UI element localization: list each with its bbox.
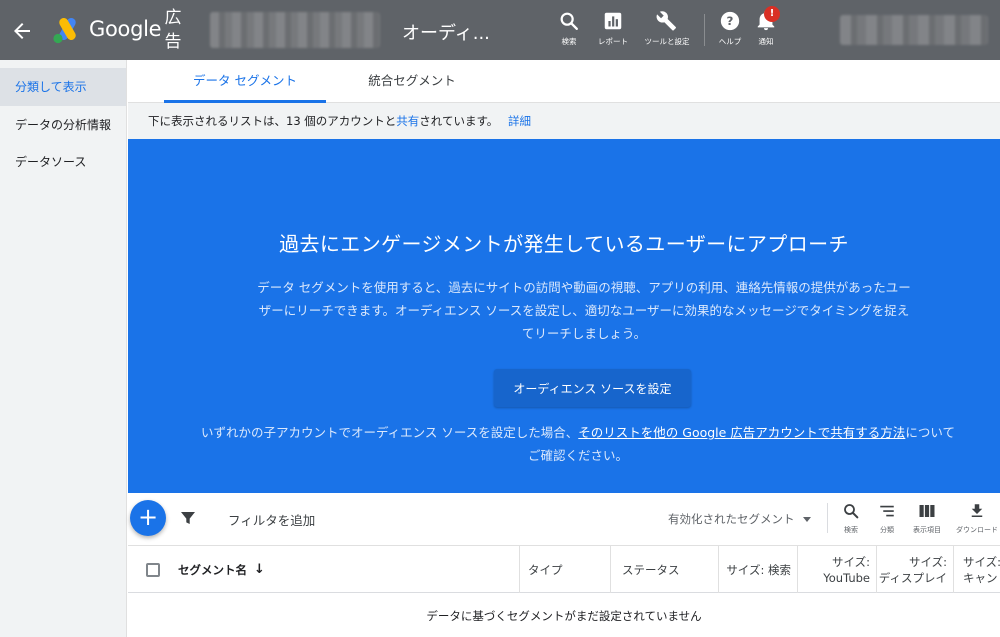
header-tools-settings-button[interactable]: ツールと設定: [639, 10, 695, 47]
sidebar-item-segments[interactable]: 分類して表示: [0, 68, 126, 106]
toolbar-divider: [827, 503, 828, 533]
details-link[interactable]: 詳細: [508, 114, 531, 128]
add-segment-button[interactable]: +: [130, 500, 166, 536]
segment-status-dropdown[interactable]: 有効化されたセグメント: [668, 511, 811, 527]
empty-table-message: データに基づくセグメントがまだ設定されていません: [426, 609, 702, 623]
column-header-label: タイプ: [528, 562, 563, 577]
svg-text:?: ?: [727, 14, 734, 28]
column-header-line: YouTube: [823, 570, 870, 585]
segment-status-value: 有効化されたセグメント: [668, 512, 795, 526]
segments-table-header: セグメント名 ↓ タイプ ステータス サイズ: 検索 サイズ: YouTube …: [128, 545, 1000, 593]
tool-label: 分類: [880, 526, 894, 534]
sort-down-arrow-icon[interactable]: ↓: [254, 562, 265, 577]
add-filter-button[interactable]: フィルタを追加: [228, 510, 315, 529]
segment-icon: [880, 505, 894, 517]
shared-note-text-end: されています。: [419, 114, 499, 128]
tool-label: 検索: [844, 526, 858, 534]
brand-name: Google: [89, 17, 162, 41]
column-header-label: セグメント名: [178, 562, 247, 577]
shared-accounts-note: 下に表示されるリストは、13 個のアカウントと共有されています。 詳細: [128, 103, 1000, 139]
set-audience-source-button[interactable]: オーディエンス ソースを設定: [494, 369, 691, 407]
column-header-line: キャン: [963, 570, 998, 585]
tool-label: ダウンロード: [956, 526, 998, 534]
table-download-button[interactable]: ダウンロード: [954, 502, 1000, 535]
column-header-label: ステータス: [622, 562, 680, 577]
table-search-button[interactable]: 検索: [831, 502, 871, 535]
sidebar-item-data-insights[interactable]: データの分析情報: [0, 106, 126, 144]
tab-data-segments[interactable]: データ セグメント: [164, 60, 326, 103]
column-header-line: サイズ:: [908, 554, 947, 569]
tool-label: 通知: [758, 37, 774, 46]
column-size-youtube[interactable]: サイズ: YouTube: [797, 546, 877, 593]
column-size-cannes[interactable]: サイズ: キャン: [953, 546, 1000, 593]
tool-label: レポート: [598, 37, 628, 46]
google-ads-logo-icon: [53, 18, 76, 44]
wrench-icon: [656, 11, 676, 31]
tool-label: 表示項目: [913, 526, 941, 534]
back-arrow-icon[interactable]: [10, 19, 34, 43]
table-columns-button[interactable]: 表示項目: [907, 502, 947, 535]
filter-icon[interactable]: [180, 510, 196, 526]
tab-combined-segments[interactable]: 統合セグメント: [342, 60, 482, 103]
notification-badge: !: [764, 6, 780, 22]
columns-icon: [919, 505, 935, 517]
sidebar: 分類して表示 データの分析情報 データソース: [0, 60, 127, 637]
column-header-label: サイズ: YouTube: [823, 554, 870, 586]
table-segment-button[interactable]: 分類: [867, 502, 907, 535]
column-type[interactable]: タイプ: [519, 546, 611, 593]
search-icon: [844, 504, 859, 519]
brand-suffix: 広告: [164, 8, 182, 52]
header-notifications-button[interactable]: ! 通知: [738, 6, 794, 47]
column-header-label: サイズ: 検索: [726, 562, 791, 577]
top-app-bar: Google 広告 オーディ... 検索 レポート ツールと設定 ? ヘルプ !…: [0, 0, 1000, 60]
empty-state-banner: 過去にエンゲージメントが発生しているユーザーにアプローチ データ セグメントを使…: [128, 139, 1000, 493]
column-status[interactable]: ステータス: [610, 546, 719, 593]
search-icon: [560, 12, 578, 30]
page-title: オーディ...: [402, 23, 490, 44]
column-size-display[interactable]: サイズ: ディスプレイ: [876, 546, 954, 593]
shared-note-text: 下に表示されるリストは、13 個のアカウントと: [148, 114, 397, 128]
dropdown-caret-icon: [802, 517, 811, 522]
select-all-checkbox[interactable]: [146, 563, 160, 577]
column-header-line: ディスプレイ: [878, 570, 947, 585]
segment-tabs: データ セグメント 統合セグメント: [128, 60, 1000, 103]
share-lists-help-link[interactable]: そのリストを他の Google 広告アカウントで共有する方法: [578, 425, 905, 440]
plus-icon: +: [137, 503, 159, 531]
column-size-search[interactable]: サイズ: 検索: [718, 546, 798, 593]
column-header-label: サイズ: ディスプレイ: [879, 554, 947, 586]
banner-title: 過去にエンゲージメントが発生しているユーザーにアプローチ: [279, 232, 849, 256]
banner-footer-text: いずれかの子アカウントでオーディエンス ソースを設定した場合、: [201, 425, 579, 440]
shared-link[interactable]: 共有: [396, 114, 419, 128]
banner-footer: いずれかの子アカウントでオーディエンス ソースを設定した場合、そのリストを他の …: [198, 421, 958, 467]
header-report-button[interactable]: レポート: [585, 10, 641, 47]
column-header-label: サイズ: キャン: [963, 554, 1000, 586]
tool-label: ツールと設定: [644, 37, 690, 46]
column-header-line: サイズ:: [831, 554, 870, 569]
account-info-redacted[interactable]: [210, 12, 380, 48]
column-header-line: サイズ:: [963, 554, 1000, 569]
sidebar-item-data-sources[interactable]: データソース: [0, 143, 126, 181]
column-segment-name[interactable]: セグメント名 ↓: [178, 546, 520, 593]
banner-description: データ セグメントを使用すると、過去にサイトの訪問や動画の視聴、アプリの利用、連…: [257, 280, 911, 341]
download-icon: [971, 504, 983, 517]
user-account-redacted[interactable]: [840, 15, 988, 45]
report-icon: [604, 12, 622, 30]
